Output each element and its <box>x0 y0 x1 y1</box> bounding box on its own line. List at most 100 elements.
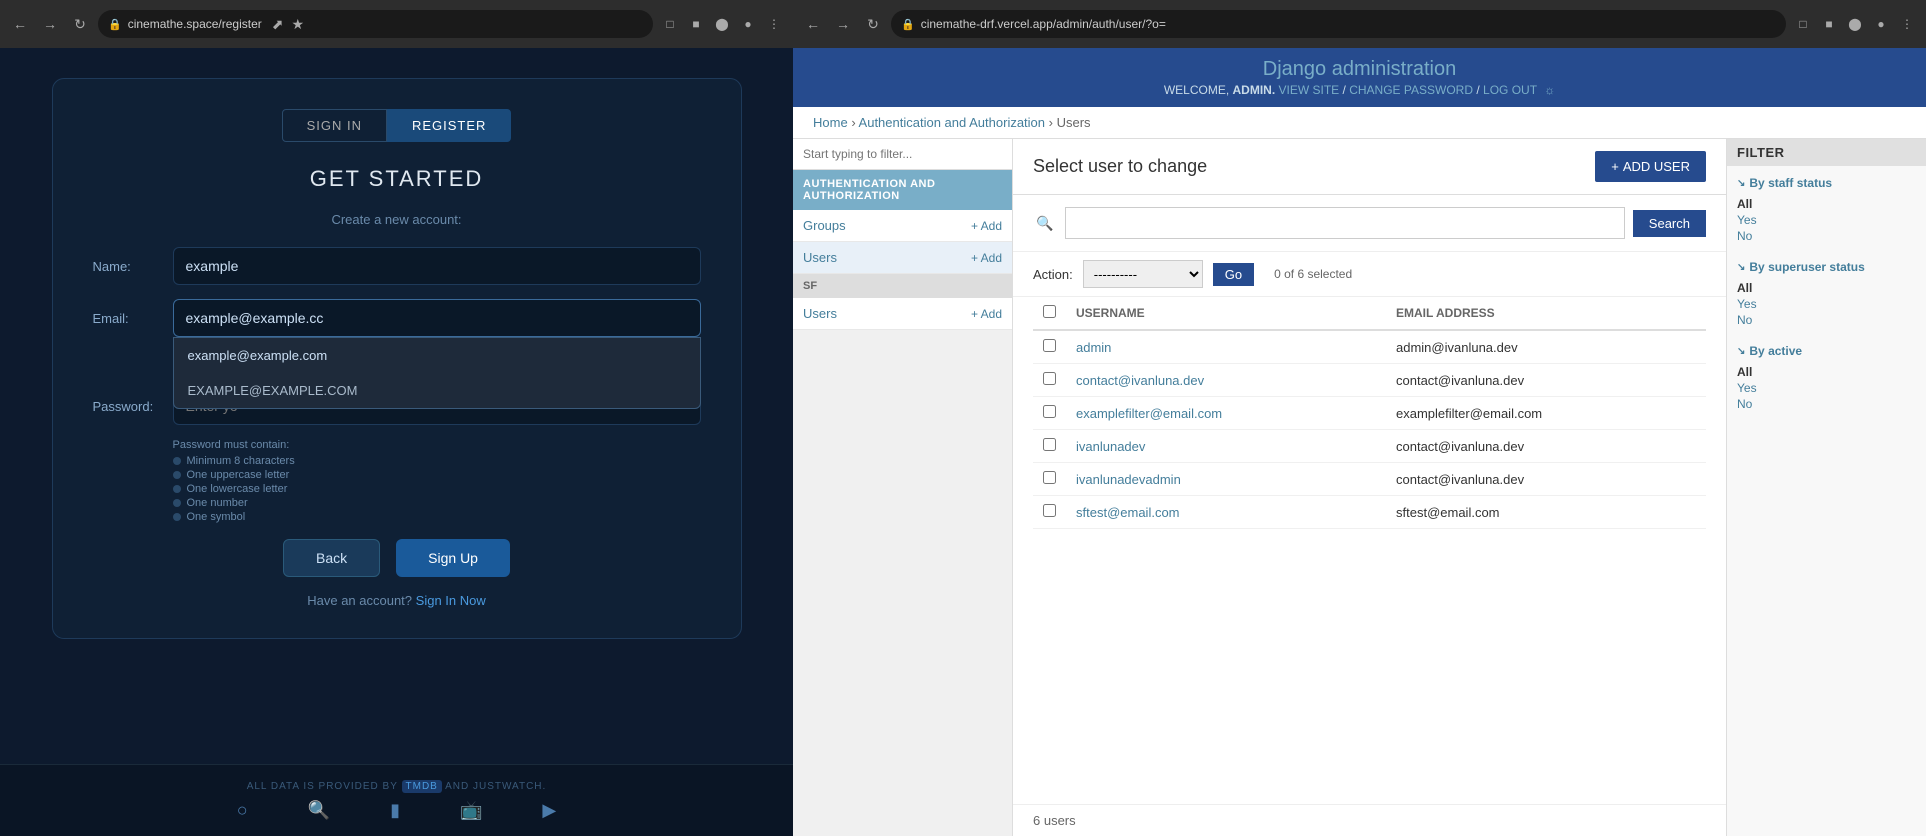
username-link-2[interactable]: examplefilter@email.com <box>1076 406 1222 421</box>
back-nav-btn[interactable]: ← <box>8 12 32 36</box>
row-checkbox-5[interactable] <box>1043 504 1056 517</box>
row-checkbox-1[interactable] <box>1043 372 1056 385</box>
left-page-content: SIGN IN REGISTER Get started Create a ne… <box>0 48 793 764</box>
sidebar-users-add[interactable]: + Add <box>971 251 1002 265</box>
name-input[interactable] <box>173 247 701 285</box>
filter-superuser-no[interactable]: No <box>1737 312 1916 328</box>
filter-active-no[interactable]: No <box>1737 396 1916 412</box>
left-browser-chrome: ← → ↻ 🔒 cinemathe.space/register ⬈ ★ □ ■… <box>0 0 793 48</box>
filter-active-all[interactable]: All <box>1737 364 1916 380</box>
filter-section-staff: ↘ By staff status All Yes No <box>1737 176 1916 244</box>
nav-tv-icon[interactable]: 📺 <box>460 800 482 821</box>
req-dot-2 <box>173 485 181 493</box>
add-user-button[interactable]: + ADD USER <box>1595 151 1706 182</box>
row-checkbox-3[interactable] <box>1043 438 1056 451</box>
search-input[interactable] <box>1065 207 1625 239</box>
right-ext-icon-4[interactable]: ● <box>1870 13 1892 35</box>
filter-staff-yes[interactable]: Yes <box>1737 212 1916 228</box>
nav-signin-icon[interactable]: ▶ <box>542 800 556 821</box>
admin-sidebar: AUTHENTICATION AND AUTHORIZATION Groups … <box>793 139 1013 836</box>
filter-staff-title: ↘ By staff status <box>1737 176 1916 190</box>
sidebar-sf-header: SF <box>793 274 1012 298</box>
select-all-checkbox[interactable] <box>1043 305 1056 318</box>
action-label: Action: <box>1033 267 1073 282</box>
nav-home-icon[interactable]: ○ <box>237 800 248 821</box>
username-link-1[interactable]: contact@ivanluna.dev <box>1076 373 1204 388</box>
username-link-3[interactable]: ivanlunadev <box>1076 439 1145 454</box>
table-row: sftest@email.com sftest@email.com <box>1033 496 1706 529</box>
right-ext-icon-1[interactable]: □ <box>1792 13 1814 35</box>
row-checkbox-4[interactable] <box>1043 471 1056 484</box>
autocomplete-item-2[interactable]: EXAMPLE@EXAMPLE.COM <box>174 373 700 408</box>
back-button[interactable]: Back <box>283 539 380 577</box>
req-text-2: One lowercase letter <box>187 483 288 495</box>
reload-nav-btn[interactable]: ↻ <box>68 12 92 36</box>
register-tab[interactable]: REGISTER <box>387 109 511 142</box>
sidebar-auth-header[interactable]: AUTHENTICATION AND AUTHORIZATION <box>793 170 1012 210</box>
filter-staff-all[interactable]: All <box>1737 196 1916 212</box>
signin-link[interactable]: Sign In Now <box>416 593 486 608</box>
ext-icon-1[interactable]: □ <box>659 13 681 35</box>
logout-link[interactable]: LOG OUT <box>1483 83 1537 97</box>
username-link-4[interactable]: ivanlunadevadmin <box>1076 472 1181 487</box>
ext-icon-5[interactable]: ⋮ <box>763 13 785 35</box>
nav-search-icon[interactable]: 🔍 <box>308 800 330 821</box>
email-cell-4: contact@ivanluna.dev <box>1386 463 1706 496</box>
search-button[interactable]: Search <box>1633 210 1706 237</box>
username-link-5[interactable]: sftest@email.com <box>1076 505 1180 520</box>
filter-superuser-yes[interactable]: Yes <box>1737 296 1916 312</box>
right-ext-icon-2[interactable]: ■ <box>1818 13 1840 35</box>
right-forward-btn[interactable]: → <box>831 12 855 36</box>
forward-nav-btn[interactable]: → <box>38 12 62 36</box>
filter-section-active: ↘ By active All Yes No <box>1737 344 1916 412</box>
action-select[interactable]: ---------- <box>1083 260 1203 288</box>
filter-title: FILTER <box>1727 139 1926 166</box>
nav-bookmarks-icon[interactable]: ▮ <box>390 800 400 821</box>
select-all-header <box>1033 297 1066 330</box>
right-ext-icon-5[interactable]: ⋮ <box>1896 13 1918 35</box>
admin-user: ADMIN. <box>1233 83 1276 97</box>
change-password-link[interactable]: CHANGE PASSWORD <box>1349 83 1473 97</box>
ext-icon-4[interactable]: ● <box>737 13 759 35</box>
ext-icon-3[interactable]: ⬤ <box>711 13 733 35</box>
autocomplete-item-1[interactable]: example@example.com <box>174 338 700 373</box>
view-site-link[interactable]: VIEW SITE <box>1279 83 1340 97</box>
form-buttons: Back Sign Up <box>93 539 701 577</box>
username-link-0[interactable]: admin <box>1076 340 1111 355</box>
theme-icon[interactable]: ☼ <box>1544 83 1555 97</box>
sidebar-item-sf-users[interactable]: Users + Add <box>793 298 1012 330</box>
right-ext-icon-3[interactable]: ⬤ <box>1844 13 1866 35</box>
right-reload-btn[interactable]: ↻ <box>861 12 885 36</box>
action-bar: Action: ---------- Go 0 of 6 selected <box>1013 252 1726 297</box>
auth-subtitle: Create a new account: <box>93 212 701 227</box>
row-checkbox-0[interactable] <box>1043 339 1056 352</box>
sidebar-filter-input[interactable] <box>793 139 1012 170</box>
breadcrumb-auth[interactable]: Authentication and Authorization <box>859 115 1045 130</box>
tmdb-badge: TMDB <box>402 780 442 793</box>
signup-button[interactable]: Sign Up <box>396 539 510 577</box>
ext-icon-2[interactable]: ■ <box>685 13 707 35</box>
table-row: contact@ivanluna.dev contact@ivanluna.de… <box>1033 364 1706 397</box>
right-back-btn[interactable]: ← <box>801 12 825 36</box>
sidebar-sf-users-add[interactable]: + Add <box>971 307 1002 321</box>
auth-tabs: SIGN IN REGISTER <box>93 109 701 142</box>
sidebar-item-users[interactable]: Users + Add <box>793 242 1012 274</box>
signin-tab[interactable]: SIGN IN <box>282 109 387 142</box>
action-go-button[interactable]: Go <box>1213 263 1254 286</box>
left-browser-icons: □ ■ ⬤ ● ⋮ <box>659 13 785 35</box>
sidebar-groups-label: Groups <box>803 218 846 233</box>
row-checkbox-2[interactable] <box>1043 405 1056 418</box>
sidebar-groups-add[interactable]: + Add <box>971 219 1002 233</box>
filter-section-superuser: ↘ By superuser status All Yes No <box>1737 260 1916 328</box>
breadcrumb-home[interactable]: Home <box>813 115 848 130</box>
sidebar-users-label: Users <box>803 250 837 265</box>
filter-staff-no[interactable]: No <box>1737 228 1916 244</box>
add-user-label: ADD USER <box>1623 159 1690 174</box>
bottom-credit: ALL DATA IS PROVIDED BY TMDB AND JUSTWAT… <box>247 781 547 792</box>
sidebar-item-groups[interactable]: Groups + Add <box>793 210 1012 242</box>
filter-active-yes[interactable]: Yes <box>1737 380 1916 396</box>
email-field-row: Email: example@example.com EXAMPLE@EXAMP… <box>93 299 701 337</box>
filter-superuser-all[interactable]: All <box>1737 280 1916 296</box>
users-table: USERNAME EMAIL ADDRESS admin admin@ivanl… <box>1033 297 1706 529</box>
email-input[interactable] <box>173 299 701 337</box>
